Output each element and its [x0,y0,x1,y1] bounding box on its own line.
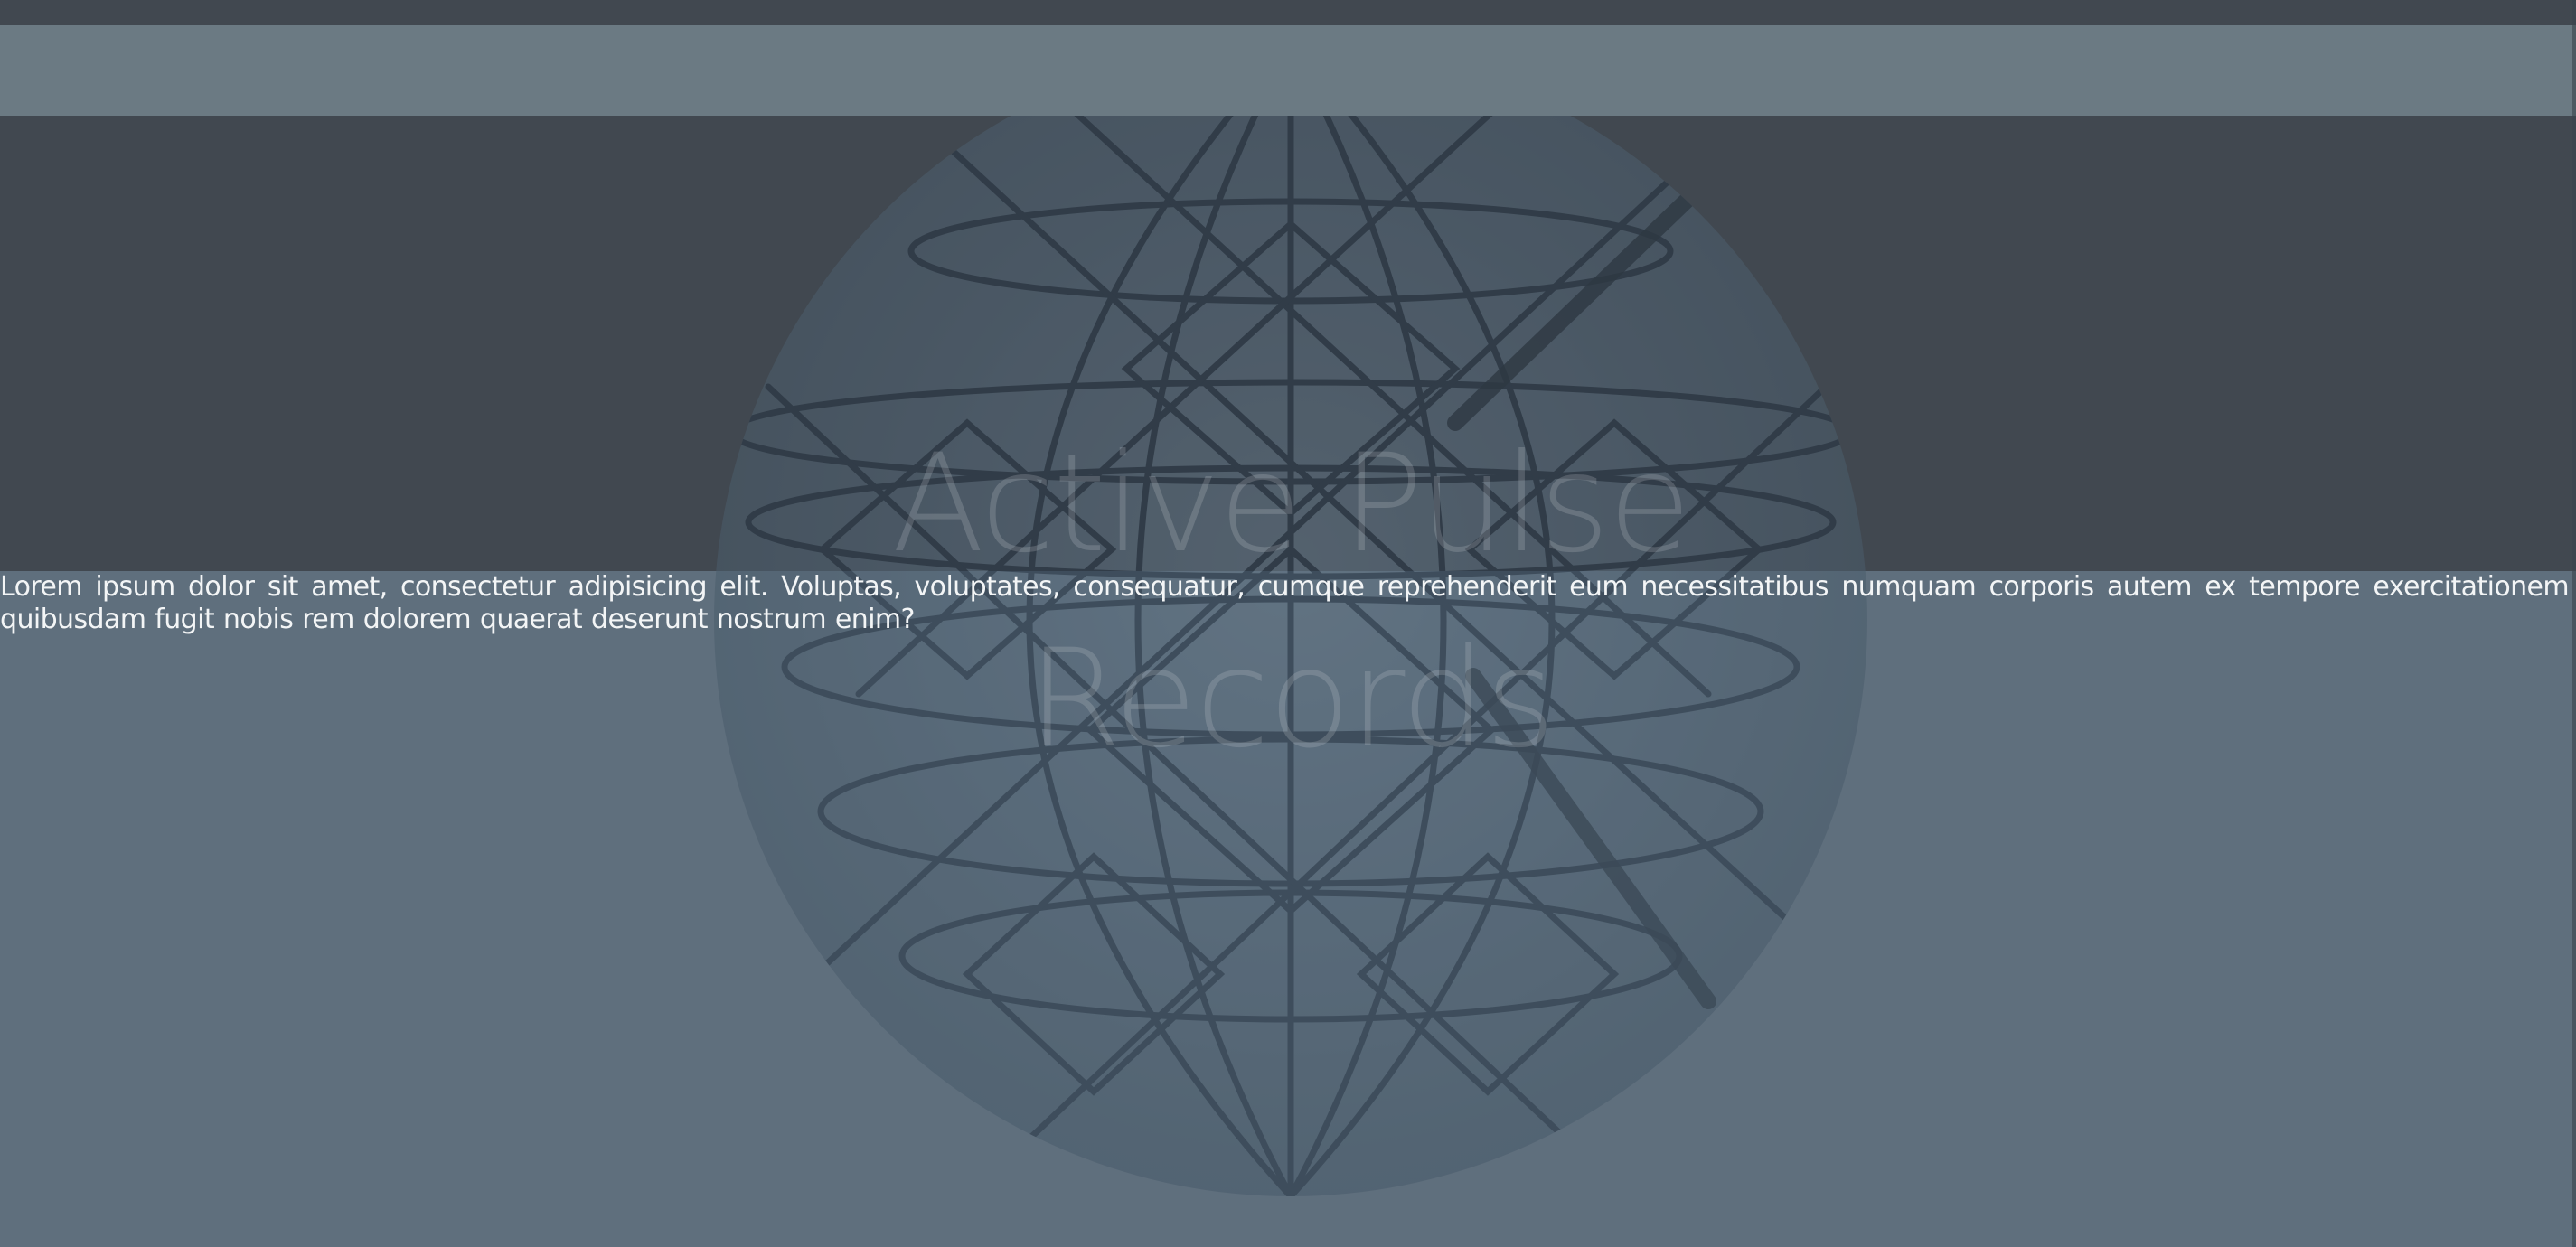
intro-paragraph: Lorem ipsum dolor sit amet, consectetur … [0,571,2570,635]
hero-title-line-2: Records [1027,621,1556,778]
page-edge-divider [2572,0,2576,1247]
hero-title-line-1: Active Pulse [891,426,1692,583]
nav-bar [0,25,2576,116]
page: Active Pulse Records Lorem ipsum dolor s… [0,0,2576,1247]
